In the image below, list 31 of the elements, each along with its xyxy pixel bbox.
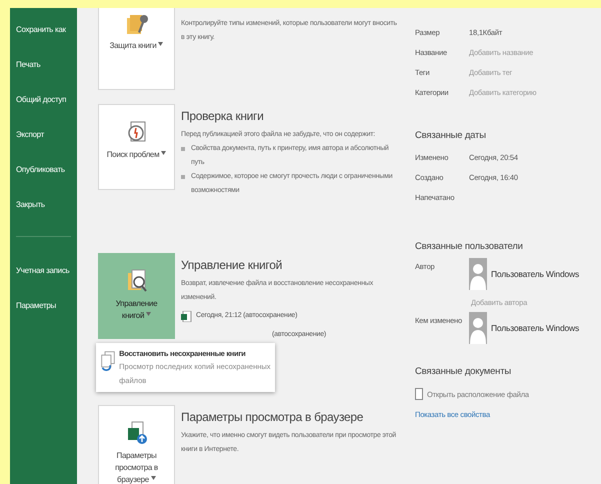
sidebar-item[interactable]: Параметры: [10, 298, 77, 333]
file-icon: [415, 388, 423, 400]
bullet-icon: [181, 147, 185, 151]
sidebar-item[interactable]: Опубликовать: [10, 162, 77, 197]
tool-button[interactable]: Управление книгой: [98, 253, 175, 339]
group-heading: Связанные пользователи: [415, 241, 524, 252]
person-name: Пользователь Windows: [491, 269, 580, 279]
tool-button[interactable]: Защита книги: [98, 8, 175, 90]
caret-icon: [161, 150, 166, 155]
tool-button[interactable]: Параметры просмотра в браузере: [98, 405, 175, 484]
section-title: Параметры просмотра в браузере: [181, 409, 364, 426]
caret-icon: [158, 42, 164, 46]
sidebar-item[interactable]: Закрыть: [10, 197, 77, 232]
section-title: Проверка книги: [181, 108, 265, 125]
sidebar-item[interactable]: Учетная запись: [10, 263, 77, 298]
avatar-icon: [469, 258, 487, 290]
sidebar-item[interactable]: Общий доступ: [10, 92, 77, 127]
recover-documents-icon: [100, 349, 116, 373]
group-heading: Связанные документы: [415, 366, 512, 377]
tool-button[interactable]: Поиск проблем: [98, 104, 175, 190]
person-name: Пользователь Windows: [491, 323, 580, 333]
caret-icon: [146, 312, 152, 316]
avatar-icon: [469, 312, 487, 344]
group-heading: Связанные даты: [415, 130, 487, 141]
sidebar-item[interactable]: Экспорт: [10, 127, 77, 162]
sidebar-item[interactable]: Сохранить как: [10, 22, 77, 57]
spreadsheet-file-icon: [181, 310, 192, 322]
section-title: Управление книгой: [181, 257, 284, 274]
sidebar-item[interactable]: Печать: [10, 57, 77, 92]
caret-icon: [150, 476, 156, 480]
bullet-icon: [181, 175, 185, 179]
